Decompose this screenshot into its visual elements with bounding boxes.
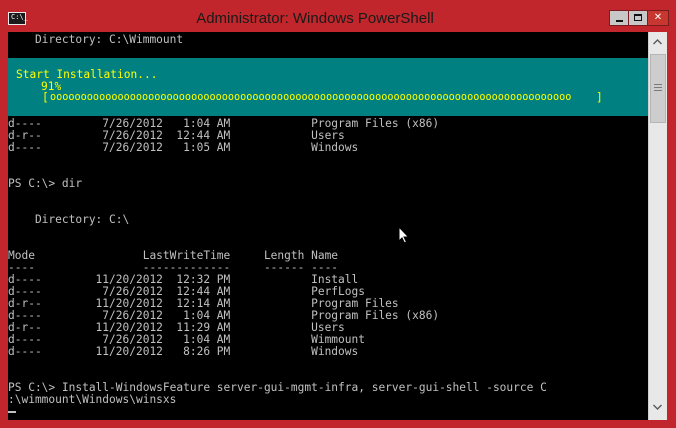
grip-line [654, 87, 662, 88]
mouse-pointer-icon [398, 226, 410, 244]
minimize-button[interactable] [609, 10, 629, 26]
scroll-thumb[interactable] [650, 54, 666, 123]
console-line: d---- 7/26/2012 1:05 AM Windows [8, 141, 359, 154]
minimize-icon [616, 20, 623, 22]
close-icon: ✕ [653, 12, 663, 23]
console-line: :\wimmount\Windows\winsxs [8, 393, 177, 406]
console-output[interactable]: Directory: C:\Wimmount Start Installatio… [8, 32, 648, 420]
grip-line [654, 90, 662, 91]
window-frame-bottom[interactable] [0, 420, 676, 428]
console-line: Directory: C:\ [8, 213, 130, 226]
window-frame-right [667, 32, 676, 428]
scroll-up-arrow-icon [653, 39, 662, 45]
close-button[interactable]: ✕ [647, 10, 669, 26]
progress-bar-open: [ [42, 91, 49, 104]
progress-bar-close: ] [596, 91, 603, 104]
progress-bar-fill: oooooooooooooooooooooooooooooooooooooooo… [50, 92, 572, 103]
window-title: Administrator: Windows PowerShell [196, 10, 434, 27]
table-row: d---- 11/20/2012 8:26 PM Windows [8, 345, 359, 358]
vertical-scrollbar[interactable] [648, 32, 667, 420]
title-bar[interactable]: C:\_ Administrator: Windows PowerShell ✕ [0, 0, 676, 32]
console-prompt-line: PS C:\> dir [8, 177, 83, 190]
text-cursor [8, 411, 16, 413]
progress-panel: Start Installation... 91% [ oooooooooooo… [8, 58, 648, 116]
progress-title: Start Installation... [16, 68, 158, 81]
powershell-window: C:\_ Administrator: Windows PowerShell ✕… [0, 0, 676, 428]
scroll-down-arrow-icon [653, 404, 662, 410]
console-line: Directory: C:\Wimmount [8, 33, 184, 46]
grip-line [654, 84, 662, 85]
maximize-icon [634, 14, 642, 21]
maximize-button[interactable] [628, 10, 648, 26]
scroll-down-button[interactable] [649, 399, 667, 416]
scroll-up-button[interactable] [649, 34, 667, 51]
